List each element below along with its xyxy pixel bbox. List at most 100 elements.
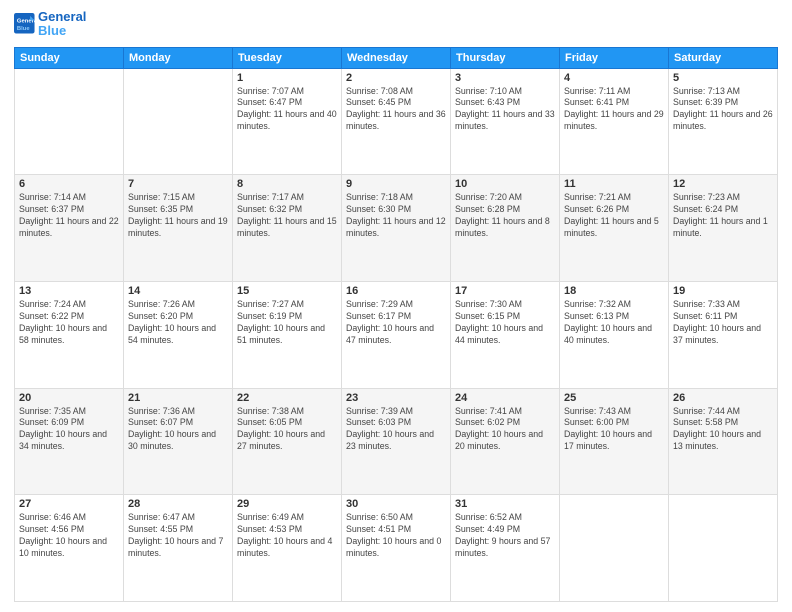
daylight-label: Daylight: 10 hours and 40 minutes. bbox=[564, 323, 652, 345]
calendar-cell: 25 Sunrise: 7:43 AM Sunset: 6:00 PM Dayl… bbox=[560, 388, 669, 495]
day-info: Sunrise: 7:13 AM Sunset: 6:39 PM Dayligh… bbox=[673, 86, 773, 134]
sunset-label: Sunset: 6:22 PM bbox=[19, 311, 84, 321]
day-info: Sunrise: 6:49 AM Sunset: 4:53 PM Dayligh… bbox=[237, 512, 337, 560]
calendar-cell: 26 Sunrise: 7:44 AM Sunset: 5:58 PM Dayl… bbox=[669, 388, 778, 495]
daylight-label: Daylight: 10 hours and 4 minutes. bbox=[237, 536, 332, 558]
daylight-label: Daylight: 9 hours and 57 minutes. bbox=[455, 536, 550, 558]
calendar-cell: 4 Sunrise: 7:11 AM Sunset: 6:41 PM Dayli… bbox=[560, 68, 669, 175]
day-number: 19 bbox=[673, 285, 773, 297]
day-info: Sunrise: 7:41 AM Sunset: 6:02 PM Dayligh… bbox=[455, 406, 555, 454]
sunset-label: Sunset: 6:47 PM bbox=[237, 97, 302, 107]
calendar-cell: 24 Sunrise: 7:41 AM Sunset: 6:02 PM Dayl… bbox=[451, 388, 560, 495]
logo-icon: General Blue bbox=[14, 13, 36, 35]
daylight-label: Daylight: 10 hours and 20 minutes. bbox=[455, 429, 543, 451]
day-info: Sunrise: 7:43 AM Sunset: 6:00 PM Dayligh… bbox=[564, 406, 664, 454]
sunrise-label: Sunrise: 7:24 AM bbox=[19, 299, 86, 309]
daylight-label: Daylight: 11 hours and 15 minutes. bbox=[237, 216, 337, 238]
sunrise-label: Sunrise: 7:27 AM bbox=[237, 299, 304, 309]
sunrise-label: Sunrise: 7:29 AM bbox=[346, 299, 413, 309]
calendar-cell: 14 Sunrise: 7:26 AM Sunset: 6:20 PM Dayl… bbox=[124, 281, 233, 388]
daylight-label: Daylight: 10 hours and 17 minutes. bbox=[564, 429, 652, 451]
day-info: Sunrise: 6:47 AM Sunset: 4:55 PM Dayligh… bbox=[128, 512, 228, 560]
daylight-label: Daylight: 10 hours and 7 minutes. bbox=[128, 536, 223, 558]
sunrise-label: Sunrise: 7:23 AM bbox=[673, 192, 740, 202]
day-number: 25 bbox=[564, 392, 664, 404]
day-number: 18 bbox=[564, 285, 664, 297]
daylight-label: Daylight: 10 hours and 27 minutes. bbox=[237, 429, 325, 451]
week-row-5: 27 Sunrise: 6:46 AM Sunset: 4:56 PM Dayl… bbox=[15, 495, 778, 602]
day-info: Sunrise: 6:52 AM Sunset: 4:49 PM Dayligh… bbox=[455, 512, 555, 560]
sunset-label: Sunset: 6:05 PM bbox=[237, 417, 302, 427]
daylight-label: Daylight: 11 hours and 12 minutes. bbox=[346, 216, 446, 238]
calendar-cell: 6 Sunrise: 7:14 AM Sunset: 6:37 PM Dayli… bbox=[15, 175, 124, 282]
sunrise-label: Sunrise: 6:49 AM bbox=[237, 512, 304, 522]
daylight-label: Daylight: 10 hours and 44 minutes. bbox=[455, 323, 543, 345]
weekday-sunday: Sunday bbox=[15, 47, 124, 68]
day-info: Sunrise: 7:18 AM Sunset: 6:30 PM Dayligh… bbox=[346, 192, 446, 240]
header: General Blue General Blue bbox=[14, 10, 778, 39]
sunrise-label: Sunrise: 6:47 AM bbox=[128, 512, 195, 522]
day-number: 2 bbox=[346, 72, 446, 84]
calendar-cell: 23 Sunrise: 7:39 AM Sunset: 6:03 PM Dayl… bbox=[342, 388, 451, 495]
sunset-label: Sunset: 6:39 PM bbox=[673, 97, 738, 107]
calendar-table: SundayMondayTuesdayWednesdayThursdayFrid… bbox=[14, 47, 778, 602]
sunrise-label: Sunrise: 7:11 AM bbox=[564, 86, 630, 96]
weekday-thursday: Thursday bbox=[451, 47, 560, 68]
day-number: 30 bbox=[346, 498, 446, 510]
sunrise-label: Sunrise: 7:26 AM bbox=[128, 299, 195, 309]
day-info: Sunrise: 7:39 AM Sunset: 6:03 PM Dayligh… bbox=[346, 406, 446, 454]
day-info: Sunrise: 7:11 AM Sunset: 6:41 PM Dayligh… bbox=[564, 86, 664, 134]
day-info: Sunrise: 7:10 AM Sunset: 6:43 PM Dayligh… bbox=[455, 86, 555, 134]
logo-line2: Blue bbox=[38, 24, 86, 38]
sunset-label: Sunset: 6:43 PM bbox=[455, 97, 520, 107]
daylight-label: Daylight: 11 hours and 40 minutes. bbox=[237, 109, 337, 131]
day-number: 11 bbox=[564, 178, 664, 190]
day-info: Sunrise: 7:44 AM Sunset: 5:58 PM Dayligh… bbox=[673, 406, 773, 454]
day-info: Sunrise: 7:17 AM Sunset: 6:32 PM Dayligh… bbox=[237, 192, 337, 240]
sunset-label: Sunset: 6:11 PM bbox=[673, 311, 737, 321]
sunset-label: Sunset: 6:32 PM bbox=[237, 204, 302, 214]
week-row-2: 6 Sunrise: 7:14 AM Sunset: 6:37 PM Dayli… bbox=[15, 175, 778, 282]
calendar-cell: 1 Sunrise: 7:07 AM Sunset: 6:47 PM Dayli… bbox=[233, 68, 342, 175]
week-row-4: 20 Sunrise: 7:35 AM Sunset: 6:09 PM Dayl… bbox=[15, 388, 778, 495]
day-number: 16 bbox=[346, 285, 446, 297]
sunset-label: Sunset: 4:51 PM bbox=[346, 524, 411, 534]
daylight-label: Daylight: 11 hours and 26 minutes. bbox=[673, 109, 773, 131]
calendar-cell: 11 Sunrise: 7:21 AM Sunset: 6:26 PM Dayl… bbox=[560, 175, 669, 282]
week-row-1: 1 Sunrise: 7:07 AM Sunset: 6:47 PM Dayli… bbox=[15, 68, 778, 175]
day-info: Sunrise: 7:14 AM Sunset: 6:37 PM Dayligh… bbox=[19, 192, 119, 240]
daylight-label: Daylight: 10 hours and 47 minutes. bbox=[346, 323, 434, 345]
sunset-label: Sunset: 6:02 PM bbox=[455, 417, 520, 427]
day-number: 5 bbox=[673, 72, 773, 84]
calendar-cell: 30 Sunrise: 6:50 AM Sunset: 4:51 PM Dayl… bbox=[342, 495, 451, 602]
day-info: Sunrise: 7:15 AM Sunset: 6:35 PM Dayligh… bbox=[128, 192, 228, 240]
daylight-label: Daylight: 10 hours and 37 minutes. bbox=[673, 323, 761, 345]
day-number: 12 bbox=[673, 178, 773, 190]
day-info: Sunrise: 7:38 AM Sunset: 6:05 PM Dayligh… bbox=[237, 406, 337, 454]
logo-line1: General bbox=[38, 10, 86, 24]
calendar-cell: 19 Sunrise: 7:33 AM Sunset: 6:11 PM Dayl… bbox=[669, 281, 778, 388]
sunset-label: Sunset: 6:00 PM bbox=[564, 417, 629, 427]
weekday-wednesday: Wednesday bbox=[342, 47, 451, 68]
daylight-label: Daylight: 10 hours and 13 minutes. bbox=[673, 429, 761, 451]
sunset-label: Sunset: 6:45 PM bbox=[346, 97, 411, 107]
day-info: Sunrise: 7:20 AM Sunset: 6:28 PM Dayligh… bbox=[455, 192, 555, 240]
sunset-label: Sunset: 6:03 PM bbox=[346, 417, 411, 427]
day-number: 27 bbox=[19, 498, 119, 510]
logo-text-block: General Blue bbox=[38, 10, 86, 39]
sunrise-label: Sunrise: 7:15 AM bbox=[128, 192, 195, 202]
sunrise-label: Sunrise: 7:13 AM bbox=[673, 86, 740, 96]
daylight-label: Daylight: 11 hours and 5 minutes. bbox=[564, 216, 659, 238]
day-number: 14 bbox=[128, 285, 228, 297]
calendar-cell: 18 Sunrise: 7:32 AM Sunset: 6:13 PM Dayl… bbox=[560, 281, 669, 388]
sunset-label: Sunset: 5:58 PM bbox=[673, 417, 738, 427]
sunrise-label: Sunrise: 7:38 AM bbox=[237, 406, 304, 416]
day-info: Sunrise: 7:21 AM Sunset: 6:26 PM Dayligh… bbox=[564, 192, 664, 240]
day-number: 21 bbox=[128, 392, 228, 404]
daylight-label: Daylight: 10 hours and 10 minutes. bbox=[19, 536, 107, 558]
day-number: 31 bbox=[455, 498, 555, 510]
sunset-label: Sunset: 6:19 PM bbox=[237, 311, 302, 321]
day-info: Sunrise: 7:27 AM Sunset: 6:19 PM Dayligh… bbox=[237, 299, 337, 347]
calendar-cell: 13 Sunrise: 7:24 AM Sunset: 6:22 PM Dayl… bbox=[15, 281, 124, 388]
day-number: 17 bbox=[455, 285, 555, 297]
